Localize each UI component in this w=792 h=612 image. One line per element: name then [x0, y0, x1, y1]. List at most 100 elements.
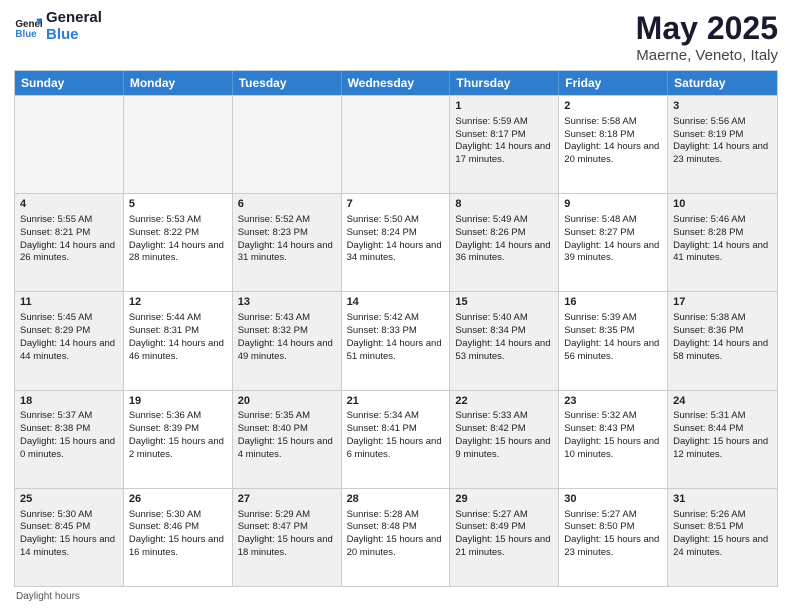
calendar-header-row: SundayMondayTuesdayWednesdayThursdayFrid…	[15, 71, 777, 95]
sunset-text: Sunset: 8:41 PM	[347, 423, 445, 436]
calendar-cell: 8Sunrise: 5:49 AMSunset: 8:26 PMDaylight…	[450, 194, 559, 291]
sunset-text: Sunset: 8:26 PM	[455, 227, 553, 240]
day-number: 20	[238, 394, 336, 409]
calendar-cell	[342, 96, 451, 193]
daylight-text: Daylight: 15 hours and 14 minutes.	[20, 534, 118, 560]
calendar-week-2: 4Sunrise: 5:55 AMSunset: 8:21 PMDaylight…	[15, 193, 777, 291]
sunrise-text: Sunrise: 5:39 AM	[564, 312, 662, 325]
day-number: 1	[455, 99, 553, 114]
sunrise-text: Sunrise: 5:26 AM	[673, 509, 772, 522]
day-number: 9	[564, 197, 662, 212]
sunrise-text: Sunrise: 5:50 AM	[347, 214, 445, 227]
day-number: 15	[455, 295, 553, 310]
title-block: May 2025 Maerne, Veneto, Italy	[636, 10, 778, 64]
header-day-saturday: Saturday	[668, 71, 777, 95]
calendar-cell: 31Sunrise: 5:26 AMSunset: 8:51 PMDayligh…	[668, 489, 777, 586]
sunset-text: Sunset: 8:38 PM	[20, 423, 118, 436]
sunrise-text: Sunrise: 5:29 AM	[238, 509, 336, 522]
sunrise-text: Sunrise: 5:55 AM	[20, 214, 118, 227]
daylight-text: Daylight: 14 hours and 44 minutes.	[20, 338, 118, 364]
day-number: 8	[455, 197, 553, 212]
sunrise-text: Sunrise: 5:33 AM	[455, 410, 553, 423]
calendar-cell: 11 Sunrise: 5:45 AMSunset: 8:29 PMDayligh…	[15, 292, 124, 389]
daylight-text: Daylight: 14 hours and 34 minutes.	[347, 240, 445, 266]
header-day-thursday: Thursday	[450, 71, 559, 95]
sunrise-text: Sunrise: 5:30 AM	[20, 509, 118, 522]
calendar-body: 1Sunrise: 5:59 AMSunset: 8:17 PMDaylight…	[15, 95, 777, 586]
sunset-text: Sunset: 8:18 PM	[564, 129, 662, 142]
sunrise-text: Sunrise: 5:35 AM	[238, 410, 336, 423]
sunset-text: Sunset: 8:33 PM	[347, 325, 445, 338]
sunset-text: Sunset: 8:36 PM	[673, 325, 772, 338]
calendar-cell: 25Sunrise: 5:30 AMSunset: 8:45 PMDayligh…	[15, 489, 124, 586]
daylight-text: Daylight: 15 hours and 24 minutes.	[673, 534, 772, 560]
daylight-text: Daylight: 14 hours and 17 minutes.	[455, 141, 553, 167]
daylight-text: Daylight: 15 hours and 10 minutes.	[564, 436, 662, 462]
daylight-text: Daylight: 14 hours and 49 minutes.	[238, 338, 336, 364]
logo-general: General	[46, 10, 102, 27]
sunset-text: Sunset: 8:28 PM	[673, 227, 772, 240]
calendar-cell: 7Sunrise: 5:50 AMSunset: 8:24 PMDaylight…	[342, 194, 451, 291]
sunrise-text: Sunrise: 5:27 AM	[455, 509, 553, 522]
calendar-cell: 28Sunrise: 5:28 AMSunset: 8:48 PMDayligh…	[342, 489, 451, 586]
footer-note: Daylight hours	[14, 591, 778, 602]
daylight-text: Daylight: 14 hours and 31 minutes.	[238, 240, 336, 266]
daylight-text: Daylight: 14 hours and 51 minutes.	[347, 338, 445, 364]
day-number: 26	[129, 492, 227, 507]
header-day-monday: Monday	[124, 71, 233, 95]
calendar-cell: 27Sunrise: 5:29 AMSunset: 8:47 PMDayligh…	[233, 489, 342, 586]
calendar-cell: 12Sunrise: 5:44 AMSunset: 8:31 PMDayligh…	[124, 292, 233, 389]
daylight-text: Daylight: 15 hours and 0 minutes.	[20, 436, 118, 462]
sunrise-text: Sunrise: 5:40 AM	[455, 312, 553, 325]
calendar-cell: 1Sunrise: 5:59 AMSunset: 8:17 PMDaylight…	[450, 96, 559, 193]
sunset-text: Sunset: 8:47 PM	[238, 521, 336, 534]
calendar-cell: 4Sunrise: 5:55 AMSunset: 8:21 PMDaylight…	[15, 194, 124, 291]
calendar-cell: 9Sunrise: 5:48 AMSunset: 8:27 PMDaylight…	[559, 194, 668, 291]
calendar-cell: 5Sunrise: 5:53 AMSunset: 8:22 PMDaylight…	[124, 194, 233, 291]
sunset-text: Sunset: 8:31 PM	[129, 325, 227, 338]
sunrise-text: Sunrise: 5:45 AM	[20, 312, 118, 325]
calendar-cell: 19Sunrise: 5:36 AMSunset: 8:39 PMDayligh…	[124, 391, 233, 488]
main-title: May 2025	[636, 10, 778, 47]
calendar-cell: 18Sunrise: 5:37 AMSunset: 8:38 PMDayligh…	[15, 391, 124, 488]
calendar-cell: 2Sunrise: 5:58 AMSunset: 8:18 PMDaylight…	[559, 96, 668, 193]
daylight-text: Daylight: 15 hours and 4 minutes.	[238, 436, 336, 462]
sunrise-text: Sunrise: 5:58 AM	[564, 116, 662, 129]
calendar-cell	[233, 96, 342, 193]
sunset-text: Sunset: 8:22 PM	[129, 227, 227, 240]
calendar-cell: 29Sunrise: 5:27 AMSunset: 8:49 PMDayligh…	[450, 489, 559, 586]
sunrise-text: Sunrise: 5:42 AM	[347, 312, 445, 325]
sunset-text: Sunset: 8:35 PM	[564, 325, 662, 338]
sunrise-text: Sunrise: 5:44 AM	[129, 312, 227, 325]
sunrise-text: Sunrise: 5:27 AM	[564, 509, 662, 522]
sunset-text: Sunset: 8:21 PM	[20, 227, 118, 240]
sunrise-text: Sunrise: 5:34 AM	[347, 410, 445, 423]
sunrise-text: Sunrise: 5:52 AM	[238, 214, 336, 227]
day-number: 17	[673, 295, 772, 310]
page: General Blue General Blue May 2025 Maern…	[0, 0, 792, 612]
day-number: 5	[129, 197, 227, 212]
calendar-cell: 14Sunrise: 5:42 AMSunset: 8:33 PMDayligh…	[342, 292, 451, 389]
sunset-text: Sunset: 8:43 PM	[564, 423, 662, 436]
day-number: 18	[20, 394, 118, 409]
day-number: 3	[673, 99, 772, 114]
daylight-text: Daylight: 15 hours and 18 minutes.	[238, 534, 336, 560]
day-number: 19	[129, 394, 227, 409]
sunrise-text: Sunrise: 5:30 AM	[129, 509, 227, 522]
daylight-text: Daylight: 14 hours and 28 minutes.	[129, 240, 227, 266]
day-number: 30	[564, 492, 662, 507]
daylight-text: Daylight: 14 hours and 36 minutes.	[455, 240, 553, 266]
sunset-text: Sunset: 8:29 PM	[20, 325, 118, 338]
sunrise-text: Sunrise: 5:56 AM	[673, 116, 772, 129]
daylight-text: Daylight: 14 hours and 56 minutes.	[564, 338, 662, 364]
sunrise-text: Sunrise: 5:31 AM	[673, 410, 772, 423]
calendar-cell: 6Sunrise: 5:52 AMSunset: 8:23 PMDaylight…	[233, 194, 342, 291]
calendar-cell: 23Sunrise: 5:32 AMSunset: 8:43 PMDayligh…	[559, 391, 668, 488]
day-number: 11	[20, 295, 118, 310]
sunset-text: Sunset: 8:51 PM	[673, 521, 772, 534]
calendar-cell: 26Sunrise: 5:30 AMSunset: 8:46 PMDayligh…	[124, 489, 233, 586]
daylight-text: Daylight: 14 hours and 23 minutes.	[673, 141, 772, 167]
daylight-text: Daylight: 14 hours and 53 minutes.	[455, 338, 553, 364]
calendar-cell: 15Sunrise: 5:40 AMSunset: 8:34 PMDayligh…	[450, 292, 559, 389]
daylight-text: Daylight: 15 hours and 16 minutes.	[129, 534, 227, 560]
